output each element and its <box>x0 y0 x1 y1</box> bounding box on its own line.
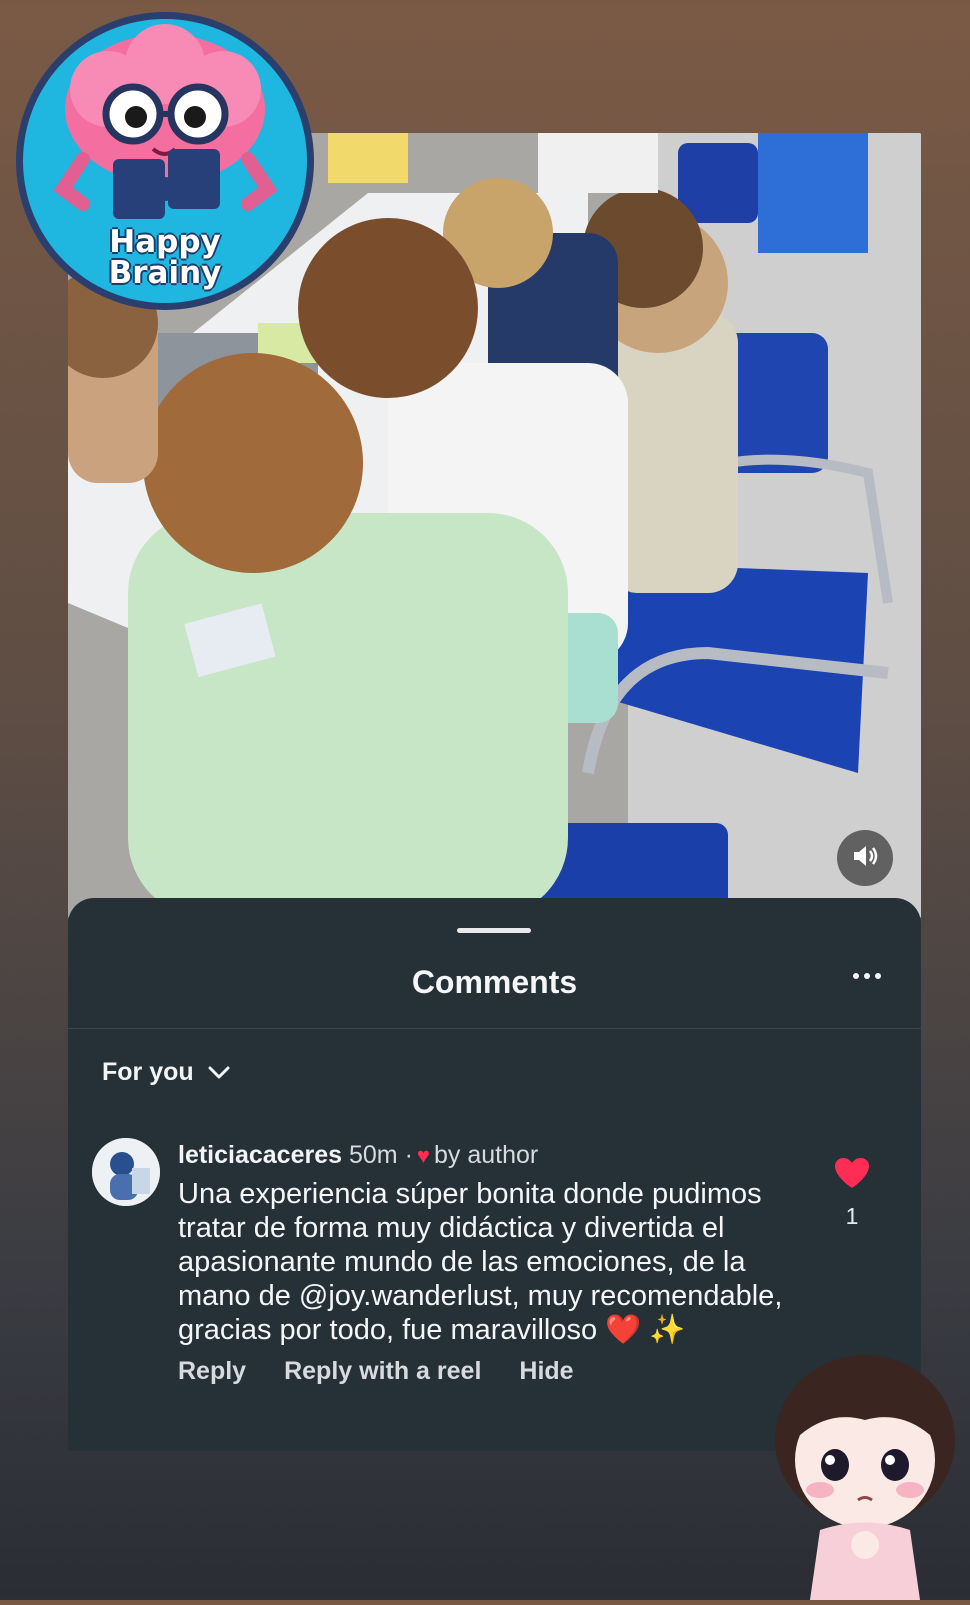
logo-text-line1: Happy <box>109 224 221 260</box>
chibi-girl-sticker-icon <box>760 1340 970 1600</box>
like-count: 1 <box>845 1203 859 1229</box>
avatar[interactable] <box>92 1138 160 1206</box>
chevron-down-icon <box>208 1058 230 1087</box>
liked-by-author-label: by author <box>433 1141 539 1169</box>
filter-label: For you <box>102 1058 194 1086</box>
logo-text-line2: Brainy <box>108 255 222 291</box>
like-button[interactable]: 1 <box>822 1156 882 1230</box>
comment-text: Una experiencia súper bonita donde pudim… <box>178 1178 783 1346</box>
sheet-title: Comments <box>411 964 578 1000</box>
comment-username[interactable]: leticiacaceres <box>178 1141 342 1169</box>
more-options-icon[interactable] <box>853 973 881 979</box>
happy-brainy-sticker: Happy Brainy <box>16 12 314 310</box>
hide-button[interactable]: Hide <box>519 1357 573 1386</box>
comment-time: 50m <box>348 1141 398 1169</box>
comment-filter-dropdown[interactable]: For you <box>102 1058 230 1087</box>
meta-separator: · <box>404 1141 413 1169</box>
heart-filled-icon <box>833 1158 871 1194</box>
sheet-drag-handle[interactable] <box>457 928 531 933</box>
volume-button[interactable] <box>837 830 893 886</box>
divider <box>68 1028 921 1029</box>
reply-with-reel-button[interactable]: Reply with a reel <box>284 1357 481 1386</box>
heart-icon: ♥ <box>416 1143 430 1168</box>
speaker-icon <box>850 841 880 876</box>
reply-button[interactable]: Reply <box>178 1357 246 1386</box>
